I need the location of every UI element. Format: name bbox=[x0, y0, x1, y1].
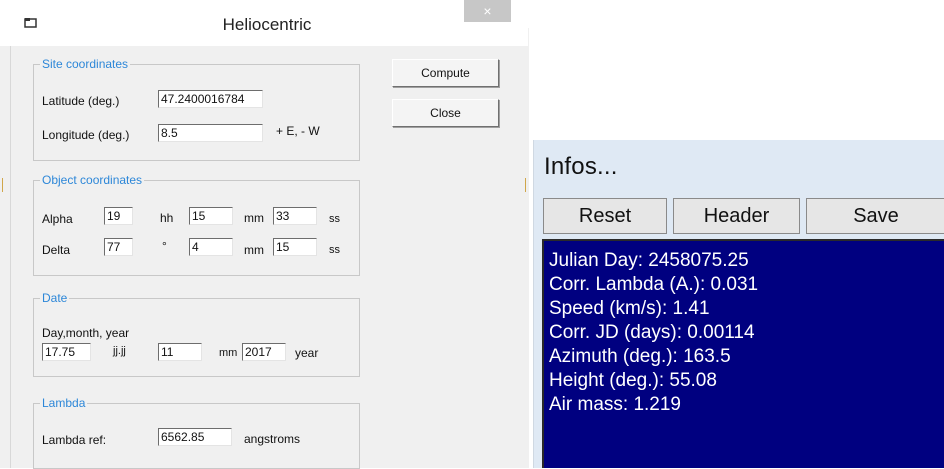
site-coordinates-group: Site coordinates bbox=[33, 56, 360, 161]
dialog-title: Heliocentric bbox=[222, 15, 312, 34]
day-field[interactable]: 17.75 bbox=[42, 343, 91, 361]
delta-label: Delta bbox=[42, 243, 71, 257]
longitude-label: Longitude (deg.) bbox=[42, 128, 130, 142]
info-line-air-mass: Air mass: 1.219 bbox=[549, 394, 681, 415]
delta-deg-unit: ° bbox=[162, 239, 167, 253]
longitude-field[interactable]: 8.5 bbox=[158, 124, 263, 142]
dialog-titlebar: Heliocentric × bbox=[0, 0, 528, 46]
info-line-speed: Speed (km/s): 1.41 bbox=[549, 298, 710, 319]
delta-deg-field[interactable]: 77 bbox=[104, 238, 133, 256]
lambda-legend: Lambda bbox=[40, 395, 88, 411]
edge-marker-left bbox=[2, 178, 3, 192]
close-button[interactable]: Close bbox=[392, 99, 499, 127]
month-field[interactable]: 11 bbox=[158, 343, 202, 361]
delta-mm-field[interactable]: 4 bbox=[189, 238, 233, 256]
infos-window: Infos... Reset Header Save Julian Day: 2… bbox=[533, 140, 944, 468]
alpha-ss-unit: ss bbox=[329, 213, 340, 225]
close-window-button[interactable]: × bbox=[464, 0, 511, 22]
reset-button[interactable]: Reset bbox=[543, 198, 667, 234]
day-unit: jj.jj bbox=[113, 345, 126, 357]
delta-ss-unit: ss bbox=[329, 244, 340, 256]
info-line-julian-day: Julian Day: 2458075.25 bbox=[549, 250, 749, 271]
infos-title: Infos... bbox=[544, 153, 618, 180]
alpha-hh-field[interactable]: 19 bbox=[104, 207, 133, 225]
info-line-corr-lambda: Corr. Lambda (A.): 0.031 bbox=[549, 274, 759, 295]
lambda-unit: angstroms bbox=[244, 432, 301, 446]
info-line-azimuth: Azimuth (deg.): 163.5 bbox=[549, 346, 731, 367]
alpha-hh-unit: hh bbox=[160, 211, 174, 225]
date-legend: Date bbox=[40, 290, 70, 306]
latitude-label: Latitude (deg.) bbox=[42, 94, 120, 108]
object-coordinates-group: Object coordinates bbox=[33, 172, 360, 276]
year-unit: year bbox=[295, 346, 319, 360]
month-unit: mm bbox=[219, 347, 238, 359]
object-coordinates-legend: Object coordinates bbox=[40, 172, 145, 188]
site-coordinates-legend: Site coordinates bbox=[40, 56, 131, 72]
lambda-field[interactable]: 6562.85 bbox=[158, 428, 232, 446]
alpha-mm-field[interactable]: 15 bbox=[189, 207, 233, 225]
infos-text-area[interactable]: Julian Day: 2458075.25 Corr. Lambda (A.)… bbox=[542, 239, 944, 468]
save-button[interactable]: Save bbox=[806, 198, 944, 234]
delta-mm-unit: mm bbox=[244, 243, 264, 257]
alpha-ss-field[interactable]: 33 bbox=[273, 207, 317, 225]
alpha-label: Alpha bbox=[42, 212, 73, 226]
compute-button[interactable]: Compute bbox=[392, 59, 499, 87]
edge-marker-right bbox=[525, 178, 526, 192]
info-line-height: Height (deg.): 55.08 bbox=[549, 370, 717, 391]
alpha-mm-unit: mm bbox=[244, 211, 264, 225]
delta-ss-field[interactable]: 15 bbox=[273, 238, 317, 256]
year-field[interactable]: 2017 bbox=[242, 343, 286, 361]
info-line-corr-jd: Corr. JD (days): 0.00114 bbox=[549, 322, 755, 343]
date-caption: Day,month, year bbox=[42, 326, 130, 340]
longitude-hint: + E, - W bbox=[276, 124, 320, 138]
heliocentric-dialog: Heliocentric × Compute Close Site coordi… bbox=[0, 0, 529, 469]
header-button[interactable]: Header bbox=[673, 198, 800, 234]
latitude-field[interactable]: 47.2400016784 bbox=[158, 90, 263, 108]
lambda-label: Lambda ref: bbox=[42, 433, 107, 447]
